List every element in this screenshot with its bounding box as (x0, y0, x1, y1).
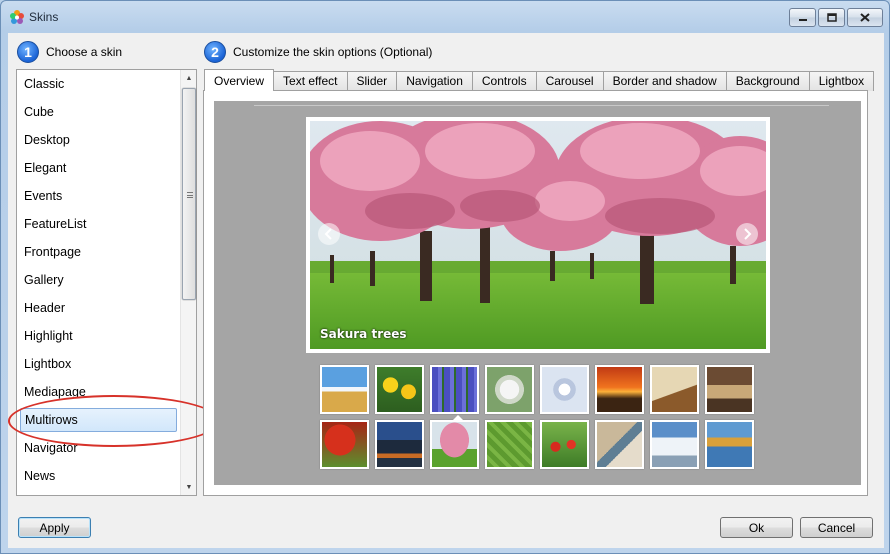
step-label: Choose a skin (46, 45, 123, 59)
thumbnail-dream-title[interactable] (705, 365, 754, 414)
step-customize: 2 Customize the skin options (Optional) (204, 41, 432, 63)
window-title: Skins (29, 10, 59, 24)
tab-lightbox[interactable]: Lightbox (808, 71, 875, 91)
tab-overview[interactable]: Overview (204, 69, 275, 91)
thumbnail-red-ivy-house[interactable] (320, 420, 369, 469)
selected-thumbnail-pointer-icon (452, 415, 464, 421)
thumbnail-row (320, 365, 760, 414)
apply-button[interactable]: Apply (18, 517, 91, 538)
chevron-left-icon (324, 228, 332, 240)
skins-window: Skins 1 Choose a skin 2 Customize the sk… (0, 0, 890, 554)
minimize-button[interactable] (789, 8, 816, 27)
vertical-scrollbar[interactable]: ▲ ▼ (180, 70, 196, 495)
divider (254, 105, 829, 106)
sakura-trees-image (310, 121, 766, 349)
skin-list-item[interactable]: News (17, 462, 181, 490)
skin-list-item[interactable]: Elegant (17, 154, 181, 182)
skin-list-item[interactable]: Highlight (17, 322, 181, 350)
chevron-right-icon (744, 228, 752, 240)
tab-bar: Overview Text effect Slider Navigation Contr… (204, 69, 875, 91)
thumbnail-city-night[interactable] (375, 420, 424, 469)
skin-list-item[interactable]: Cube (17, 98, 181, 126)
ok-button[interactable]: Ok (720, 517, 793, 538)
step-number-badge: 2 (204, 41, 226, 63)
thumbnail-beach-shells[interactable] (595, 420, 644, 469)
grip-icon (187, 192, 193, 198)
thumbnail-sunset[interactable] (595, 365, 644, 414)
skin-list-item[interactable]: Mediapage (17, 378, 181, 406)
thumbnail-lake-trees[interactable] (705, 420, 754, 469)
skin-list-item[interactable]: Navigator (17, 434, 181, 462)
maximize-button[interactable] (818, 8, 845, 27)
preview-area: Sakura trees (214, 101, 861, 485)
tab-text-effect[interactable]: Text effect (273, 71, 348, 91)
maximize-icon (826, 13, 837, 22)
tab-slider[interactable]: Slider (346, 71, 398, 91)
close-button[interactable] (847, 8, 883, 27)
cancel-button[interactable]: Cancel (800, 517, 873, 538)
skin-list-item[interactable]: Gallery (17, 266, 181, 294)
skin-list-item[interactable]: Multirows (20, 408, 177, 432)
tab-carousel[interactable]: Carousel (535, 71, 604, 91)
skin-list-item[interactable]: Header (17, 294, 181, 322)
dialog-client: 1 Choose a skin 2 Customize the skin opt… (8, 33, 884, 548)
tab-border-and-shadow[interactable]: Border and shadow (602, 71, 727, 91)
title-bar[interactable]: Skins (1, 1, 889, 33)
thumbnail-open-book[interactable] (650, 365, 699, 414)
tab-background[interactable]: Background (725, 71, 810, 91)
close-icon (860, 13, 870, 22)
scroll-up-arrow-icon[interactable]: ▲ (181, 70, 197, 86)
skin-list-item[interactable]: Lightbox (17, 350, 181, 378)
tab-controls[interactable]: Controls (471, 71, 537, 91)
thumbnail-dandelion[interactable] (485, 365, 534, 414)
thumbnail-green-leaf[interactable] (485, 420, 534, 469)
thumbnail-snow-mountains[interactable] (650, 420, 699, 469)
next-slide-button[interactable] (736, 223, 758, 245)
scrollbar-thumb[interactable] (182, 88, 196, 300)
skin-list-item[interactable]: Events (17, 182, 181, 210)
hero-image-frame: Sakura trees (306, 117, 770, 353)
thumbnail-daffodils[interactable] (375, 365, 424, 414)
scroll-down-arrow-icon[interactable]: ▼ (181, 479, 197, 495)
thumbnail-row (320, 420, 760, 469)
skin-list-item[interactable]: Desktop (17, 126, 181, 154)
app-logo-icon (10, 10, 24, 24)
step-label: Customize the skin options (Optional) (233, 45, 433, 59)
thumbnail-red-tulips[interactable] (540, 420, 589, 469)
tab-navigation[interactable]: Navigation (396, 71, 473, 91)
skin-list-item[interactable]: Frontpage (17, 238, 181, 266)
thumbnail-grid (320, 365, 760, 475)
minimize-icon (798, 18, 807, 21)
thumbnail-sakura-trees[interactable] (430, 420, 479, 469)
skin-list[interactable]: Classic Cube Desktop Elegant Events FeatureLi… (16, 69, 197, 496)
slide-caption: Sakura trees (320, 327, 407, 341)
previous-slide-button[interactable] (318, 223, 340, 245)
step-number-badge: 1 (17, 41, 39, 63)
skin-list-item[interactable]: FeatureList (17, 210, 181, 238)
thumbnail-video-thumbnail[interactable] (540, 365, 589, 414)
step-choose-skin: 1 Choose a skin (17, 41, 122, 63)
thumbnail-wheat-field[interactable] (320, 365, 369, 414)
thumbnail-hyacinths[interactable] (430, 365, 479, 414)
skin-list-item[interactable]: Classic (17, 70, 181, 98)
